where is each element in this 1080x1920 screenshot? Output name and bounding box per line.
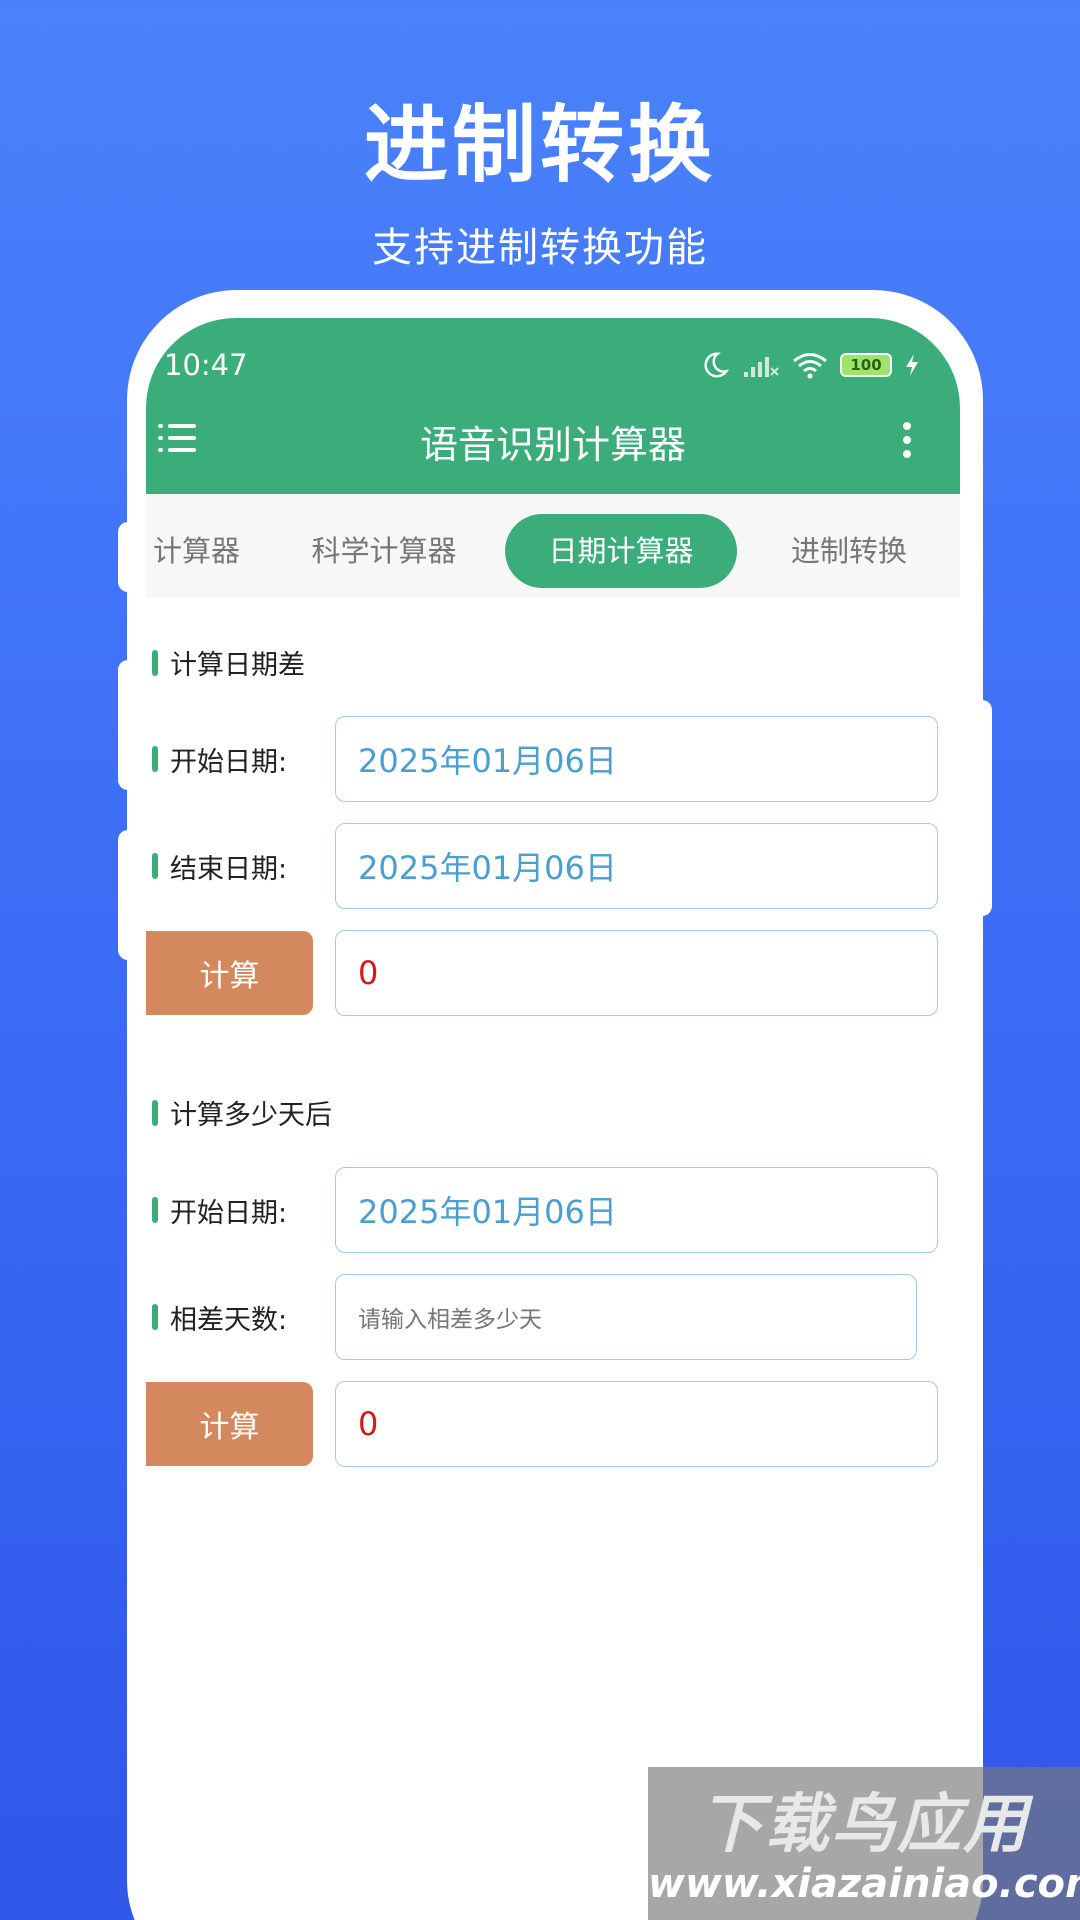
label-text: 相差天数: (170, 1304, 288, 1336)
watermark-line2: www.xiazainiao.com (648, 1861, 1080, 1907)
start-date-field-2[interactable]: 2025年01月06日 (335, 1167, 938, 1253)
tab-bar: 计算器 科学计算器 日期计算器 进制转换 (146, 494, 960, 598)
days-diff-input[interactable]: 请输入相差多少天 (335, 1274, 917, 1360)
tab-date-calculator[interactable]: 日期计算器 (505, 514, 737, 588)
days-after-result-field: 0 (335, 1381, 938, 1467)
more-vert-icon[interactable] (900, 422, 912, 458)
app-header: 10:47 100 语音识别计算器 (146, 318, 960, 494)
section-date-diff-title: 计算日期差 (152, 643, 305, 682)
label-text: 开始日期: (170, 746, 288, 778)
diff-result-field: 0 (335, 930, 938, 1016)
tab-scientific-calculator[interactable]: 科学计算器 (302, 514, 466, 588)
label-text: 开始日期: (170, 1197, 288, 1229)
end-date-field[interactable]: 2025年01月06日 (335, 823, 938, 909)
phone-side-button (118, 522, 142, 592)
label-marker (152, 1304, 158, 1330)
calculate-days-after-button[interactable]: 计算 (146, 1382, 313, 1466)
section-marker (152, 649, 158, 676)
label-text: 结束日期: (170, 853, 288, 885)
label-marker (152, 853, 158, 879)
phone-side-button (118, 660, 142, 790)
watermark: 下载鸟应用 www.xiazainiao.com (648, 1767, 1080, 1920)
tab-calculator[interactable]: 计算器 (146, 514, 240, 588)
section-days-after-title: 计算多少天后 (152, 1093, 332, 1132)
phone-side-button (118, 830, 142, 960)
label-marker (152, 1197, 158, 1223)
toolbar-title: 语音识别计算器 (419, 423, 686, 467)
wifi-icon (793, 353, 827, 379)
tab-base-conversion[interactable]: 进制转换 (766, 514, 932, 588)
start-date-label: 开始日期: (152, 1168, 287, 1252)
days-diff-label: 相差天数: (152, 1275, 287, 1359)
promo-title: 进制转换 (363, 96, 716, 194)
end-date-label: 结束日期: (152, 824, 287, 908)
battery-icon: 100 (840, 353, 892, 377)
charging-icon (906, 354, 918, 376)
signal-icon (744, 357, 779, 377)
section-title-text: 计算日期差 (170, 650, 305, 681)
start-date-field[interactable]: 2025年01月06日 (335, 716, 938, 802)
calculate-diff-button[interactable]: 计算 (146, 931, 313, 1015)
label-marker (152, 746, 158, 772)
status-time: 10:47 (164, 348, 248, 382)
watermark-line1: 下载鸟应用 (699, 1788, 1029, 1862)
section-title-text: 计算多少天后 (170, 1100, 332, 1131)
app-screen: 10:47 100 语音识别计算器 计算器 科学计算器 日期计算器 进制转换 计… (146, 318, 960, 1920)
phone-side-button (968, 700, 992, 916)
section-marker (152, 1099, 158, 1126)
promo-subtitle: 支持进制转换功能 (372, 225, 708, 271)
start-date-label: 开始日期: (152, 717, 287, 801)
moon-icon (704, 352, 730, 378)
status-icons: 100 (700, 348, 920, 382)
